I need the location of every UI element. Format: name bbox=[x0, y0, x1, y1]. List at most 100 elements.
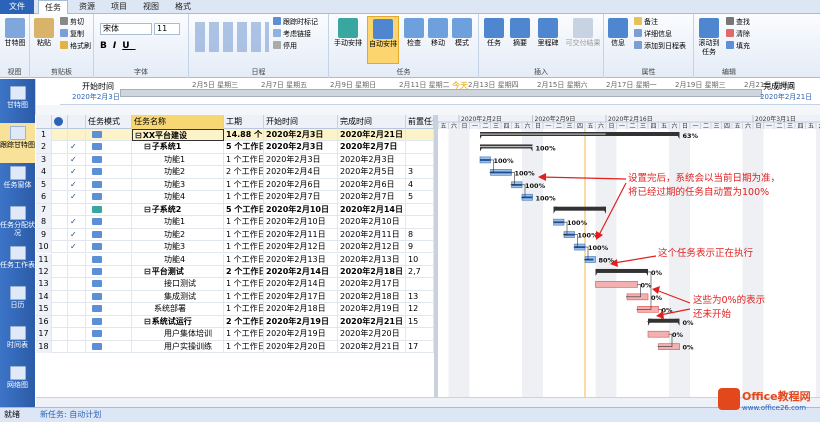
start-cell[interactable]: 2020年2月6日 bbox=[264, 178, 338, 191]
task-name-cell[interactable]: 功能3 bbox=[132, 241, 224, 254]
duration-cell[interactable]: 1 个工作日 bbox=[224, 328, 264, 341]
predecessor-cell[interactable] bbox=[406, 153, 434, 166]
collapse-toggle[interactable]: ⊟ bbox=[144, 142, 151, 151]
details-button[interactable]: 详细信息 bbox=[634, 29, 672, 39]
start-cell[interactable]: 2020年2月3日 bbox=[264, 141, 338, 154]
mode-button[interactable]: 模式 bbox=[451, 18, 473, 48]
insert-task-button[interactable]: 任务 bbox=[483, 18, 505, 48]
table-row[interactable]: 18 用户实操训练 1 个工作日 2020年2月20日 2020年2月21日 17 bbox=[36, 340, 434, 354]
tab-0[interactable]: 文件 bbox=[0, 0, 34, 14]
duration-cell[interactable]: 1 个工作日 bbox=[224, 278, 264, 291]
task-mode-cell[interactable] bbox=[86, 216, 132, 229]
predecessor-cell[interactable] bbox=[406, 278, 434, 291]
mark-on-track-button[interactable]: 跟踪时标记 bbox=[273, 17, 318, 27]
view-bar-item[interactable]: 任务工作表 bbox=[0, 243, 35, 283]
tab-4[interactable]: 视图 bbox=[136, 0, 166, 14]
duration-cell[interactable]: 14.88 个 bbox=[224, 129, 264, 141]
view-bar-item[interactable]: 网络图 bbox=[0, 363, 35, 403]
task-name-cell[interactable]: 功能1 bbox=[132, 216, 224, 229]
table-row[interactable]: 15 系统部署 1 个工作日 2020年2月18日 2020年2月19日 12 bbox=[36, 303, 434, 316]
start-cell[interactable]: 2020年2月4日 bbox=[264, 166, 338, 179]
duration-cell[interactable]: 5 个工作日 bbox=[224, 141, 264, 154]
table-row[interactable]: 13 接口测试 1 个工作日 2020年2月14日 2020年2月17日 bbox=[36, 278, 434, 291]
auto-schedule-button[interactable]: 自动安排 bbox=[367, 16, 399, 64]
start-cell[interactable]: 2020年2月3日 bbox=[264, 129, 338, 141]
task-mode-cell[interactable] bbox=[86, 340, 132, 353]
task-mode-cell[interactable] bbox=[86, 153, 132, 166]
find-button[interactable]: 查找 bbox=[726, 17, 750, 27]
start-cell[interactable]: 2020年2月19日 bbox=[264, 315, 338, 328]
predecessor-cell[interactable] bbox=[406, 203, 434, 216]
task-name-cell[interactable]: ⊟子系统1 bbox=[132, 141, 224, 154]
task-name-cell[interactable]: ⊟XX平台建设 bbox=[132, 129, 224, 141]
duration-cell[interactable]: 1 个工作日 bbox=[224, 228, 264, 241]
finish-cell[interactable]: 2020年2月11日 bbox=[338, 228, 406, 241]
duration-cell[interactable]: 2 个工作日 bbox=[224, 265, 264, 278]
finish-cell[interactable]: 2020年2月18日 bbox=[338, 290, 406, 303]
collapse-toggle[interactable]: ⊟ bbox=[144, 267, 151, 276]
duration-cell[interactable]: 1 个工作日 bbox=[224, 191, 264, 204]
table-row[interactable]: 10 ✓ 功能3 1 个工作日 2020年2月12日 2020年2月12日 9 bbox=[36, 241, 434, 254]
gantt-chart[interactable]: 2020年2月2日 2020年2月9日 2020年2月16日 2020年3月1日五六日… bbox=[438, 115, 820, 397]
info-button[interactable]: 信息 bbox=[607, 18, 629, 48]
start-cell[interactable]: 2020年2月10日 bbox=[264, 216, 338, 229]
deliverable-button[interactable]: 可交付结果 bbox=[563, 18, 603, 48]
duration-cell[interactable]: 1 个工作日 bbox=[224, 290, 264, 303]
task-mode-cell[interactable] bbox=[86, 303, 132, 316]
tab-1[interactable]: 任务 bbox=[38, 0, 68, 15]
finish-cell[interactable]: 2020年2月14日 bbox=[338, 203, 406, 216]
gantt-view-button[interactable]: 甘特图 bbox=[2, 18, 28, 48]
view-bar-item[interactable]: 跟踪甘特图 bbox=[0, 123, 35, 163]
font-name-select[interactable]: 宋体 bbox=[100, 23, 152, 35]
task-mode-cell[interactable] bbox=[86, 241, 132, 254]
duration-cell[interactable]: 1 个工作日 bbox=[224, 153, 264, 166]
finish-cell[interactable]: 2020年2月21日 bbox=[338, 315, 406, 328]
predecessor-cell[interactable] bbox=[406, 141, 434, 154]
view-bar-item[interactable]: 甘特图 bbox=[0, 83, 35, 123]
start-cell[interactable]: 2020年2月10日 bbox=[264, 203, 338, 216]
task-name-cell[interactable]: 系统部署 bbox=[132, 303, 224, 316]
task-mode-cell[interactable] bbox=[86, 166, 132, 179]
inspect-button[interactable]: 检查 bbox=[403, 18, 425, 48]
tab-2[interactable]: 资源 bbox=[72, 0, 102, 14]
task-mode-cell[interactable] bbox=[86, 191, 132, 204]
task-mode-cell[interactable] bbox=[86, 265, 132, 278]
table-row[interactable]: 16 ⊟系统试运行 2 个工作日 2020年2月19日 2020年2月21日 15 bbox=[36, 315, 434, 329]
task-mode-cell[interactable] bbox=[86, 141, 132, 154]
fill-button[interactable]: 填充 bbox=[726, 41, 750, 51]
view-bar-item[interactable]: 任务分配状况 bbox=[0, 203, 35, 243]
deactivate-button[interactable]: 停用 bbox=[273, 41, 297, 51]
table-row[interactable]: 4 ✓ 功能2 2 个工作日 2020年2月4日 2020年2月5日 3 bbox=[36, 166, 434, 179]
task-mode-cell[interactable] bbox=[86, 315, 132, 328]
task-name-cell[interactable]: 接口测试 bbox=[132, 278, 224, 291]
task-mode-cell[interactable] bbox=[86, 328, 132, 341]
predecessor-cell[interactable] bbox=[406, 328, 434, 341]
finish-cell[interactable]: 2020年2月21日 bbox=[338, 340, 406, 353]
table-row[interactable]: 11 功能4 1 个工作日 2020年2月13日 2020年2月13日 10 bbox=[36, 253, 434, 266]
collapse-toggle[interactable]: ⊟ bbox=[135, 131, 142, 140]
task-mode-cell[interactable] bbox=[86, 129, 132, 141]
predecessor-cell[interactable]: 10 bbox=[406, 253, 434, 266]
duration-cell[interactable]: 1 个工作日 bbox=[224, 340, 264, 353]
table-row[interactable]: 9 ✓ 功能2 1 个工作日 2020年2月11日 2020年2月11日 8 bbox=[36, 228, 434, 241]
predecessor-cell[interactable]: 5 bbox=[406, 191, 434, 204]
task-name-cell[interactable]: 功能4 bbox=[132, 253, 224, 266]
finish-cell[interactable]: 2020年2月13日 bbox=[338, 253, 406, 266]
view-bar-item[interactable]: 时间表 bbox=[0, 323, 35, 363]
finish-cell[interactable]: 2020年2月12日 bbox=[338, 241, 406, 254]
view-bar-item[interactable]: 日历 bbox=[0, 283, 35, 323]
manual-schedule-button[interactable]: 手动安排 bbox=[333, 18, 363, 48]
table-row[interactable]: 2 ✓ ⊟子系统1 5 个工作日 2020年2月3日 2020年2月7日 bbox=[36, 141, 434, 154]
clear-button[interactable]: 清除 bbox=[726, 29, 750, 39]
predecessor-cell[interactable]: 15 bbox=[406, 315, 434, 328]
task-name-cell[interactable]: ⊟平台测试 bbox=[132, 265, 224, 278]
collapse-toggle[interactable]: ⊟ bbox=[144, 317, 151, 326]
finish-cell[interactable]: 2020年2月19日 bbox=[338, 303, 406, 316]
respect-links-button[interactable]: 考虑链接 bbox=[273, 29, 311, 39]
duration-cell[interactable]: 1 个工作日 bbox=[224, 303, 264, 316]
task-mode-cell[interactable] bbox=[86, 290, 132, 303]
finish-cell[interactable]: 2020年2月10日 bbox=[338, 216, 406, 229]
predecessor-cell[interactable]: 8 bbox=[406, 228, 434, 241]
task-mode-cell[interactable] bbox=[86, 278, 132, 291]
percent-complete-buttons[interactable] bbox=[195, 22, 269, 52]
